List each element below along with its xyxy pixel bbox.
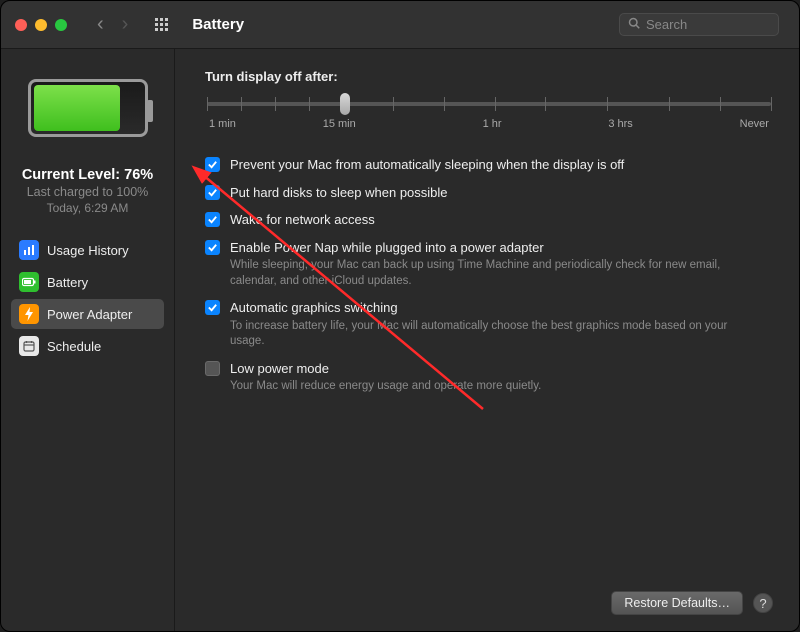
slider-tick-label: 1 hr xyxy=(483,118,502,130)
option-description: While sleeping, your Mac can back up usi… xyxy=(230,258,750,289)
checkbox-icon[interactable] xyxy=(205,157,220,172)
slider-tick-labels: 1 min 15 min 1 hr 3 hrs Never xyxy=(207,118,771,130)
option-wake-network[interactable]: Wake for network access xyxy=(205,211,773,229)
checkbox-icon[interactable] xyxy=(205,212,220,227)
sidebar-item-power-adapter[interactable]: Power Adapter xyxy=(11,299,164,329)
option-hard-disks-sleep[interactable]: Put hard disks to sleep when possible xyxy=(205,184,773,202)
option-description: To increase battery life, your Mac will … xyxy=(230,319,750,350)
sidebar-list: Usage History Battery Power Adapter xyxy=(11,235,164,361)
sidebar-item-usage-history[interactable]: Usage History xyxy=(11,235,164,265)
option-prevent-sleep[interactable]: Prevent your Mac from automatically slee… xyxy=(205,156,773,174)
sidebar-item-label: Schedule xyxy=(47,339,101,354)
option-label: Enable Power Nap while plugged into a po… xyxy=(230,239,750,257)
option-label: Wake for network access xyxy=(230,211,375,229)
nav-arrows: ‹ › xyxy=(97,13,128,36)
option-description: Your Mac will reduce energy usage and op… xyxy=(230,379,541,395)
display-off-slider[interactable]: 1 min 15 min 1 hr 3 hrs Never xyxy=(207,94,771,134)
option-auto-graphics[interactable]: Automatic graphics switching To increase… xyxy=(205,299,773,350)
battery-icon xyxy=(19,272,39,292)
titlebar: ‹ › Battery Search xyxy=(1,1,799,49)
option-label: Low power mode xyxy=(230,360,541,378)
preferences-window: ‹ › Battery Search Current Level: 76% La… xyxy=(0,0,800,632)
back-button[interactable]: ‹ xyxy=(97,13,104,36)
slider-tick-label: Never xyxy=(740,118,769,130)
option-label: Put hard disks to sleep when possible xyxy=(230,184,448,202)
sidebar-item-label: Usage History xyxy=(47,243,129,258)
battery-big-icon xyxy=(28,79,148,137)
close-icon[interactable] xyxy=(15,19,27,31)
battery-fill xyxy=(34,85,121,131)
checkbox-icon[interactable] xyxy=(205,300,220,315)
sidebar-item-schedule[interactable]: Schedule xyxy=(11,331,164,361)
sidebar-item-label: Battery xyxy=(47,275,88,290)
chart-icon xyxy=(19,240,39,260)
slider-tick-label: 15 min xyxy=(323,118,356,130)
checkbox-icon[interactable] xyxy=(205,240,220,255)
option-low-power-mode[interactable]: Low power mode Your Mac will reduce ener… xyxy=(205,360,773,395)
zoom-icon[interactable] xyxy=(55,19,67,31)
sidebar-item-battery[interactable]: Battery xyxy=(11,267,164,297)
option-label: Automatic graphics switching xyxy=(230,299,750,317)
slider-title: Turn display off after: xyxy=(205,69,773,84)
sidebar: Current Level: 76% Last charged to 100% … xyxy=(1,49,175,631)
window-title: Battery xyxy=(192,16,244,33)
bottom-bar: Restore Defaults… ? xyxy=(205,579,773,615)
checkbox-icon[interactable] xyxy=(205,185,220,200)
slider-track xyxy=(207,102,771,106)
sidebar-item-label: Power Adapter xyxy=(47,307,132,322)
restore-defaults-button[interactable]: Restore Defaults… xyxy=(611,591,743,615)
forward-button[interactable]: › xyxy=(122,13,129,36)
slider-tick-label: 1 min xyxy=(209,118,236,130)
help-button[interactable]: ? xyxy=(753,593,773,613)
search-icon xyxy=(628,17,640,32)
slider-thumb[interactable] xyxy=(340,93,350,115)
current-level-label: Current Level: 76% xyxy=(22,167,153,183)
option-label: Prevent your Mac from automatically slee… xyxy=(230,156,624,174)
body: Current Level: 76% Last charged to 100% … xyxy=(1,49,799,631)
last-charge-time-label: Today, 6:29 AM xyxy=(47,201,129,215)
options-list: Prevent your Mac from automatically slee… xyxy=(205,156,773,395)
calendar-icon xyxy=(19,336,39,356)
window-controls xyxy=(15,19,67,31)
slider-tick-label: 3 hrs xyxy=(608,118,632,130)
bolt-icon xyxy=(19,304,39,324)
last-charged-label: Last charged to 100% xyxy=(27,185,149,199)
minimize-icon[interactable] xyxy=(35,19,47,31)
search-placeholder: Search xyxy=(646,17,687,32)
main-panel: Turn display off after: 1 min xyxy=(175,49,799,631)
search-field[interactable]: Search xyxy=(619,13,779,36)
option-power-nap[interactable]: Enable Power Nap while plugged into a po… xyxy=(205,239,773,290)
show-all-button[interactable] xyxy=(154,17,170,33)
checkbox-icon[interactable] xyxy=(205,361,220,376)
